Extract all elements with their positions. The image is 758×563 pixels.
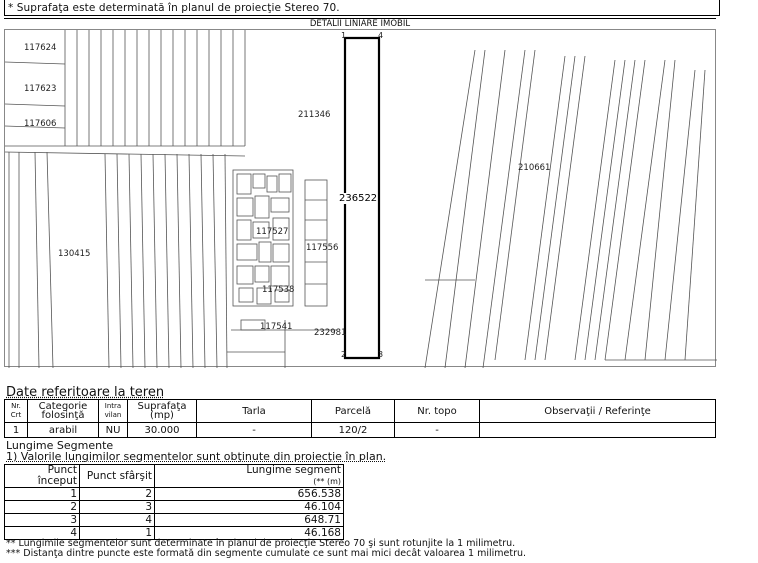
map-title: DETALII LINIARE IMOBIL	[309, 19, 411, 29]
parcel-label-main: 236522	[339, 193, 378, 204]
col-header-unit: (** (m)	[313, 477, 341, 486]
table-cell: 4	[79, 513, 155, 527]
col-header: Observaţii / Referinţe	[479, 399, 716, 423]
col-header: Nr. Crt	[4, 399, 28, 423]
table-cell: 2	[4, 500, 80, 514]
table-cell: 3	[4, 513, 80, 527]
top-note: * Suprafaţa este determinată în planul d…	[8, 2, 340, 14]
col-header: Parcelă	[311, 399, 395, 423]
footnote-2: *** Distanţa dintre puncte este formată …	[6, 548, 527, 559]
table-cell: 648.71	[154, 513, 344, 527]
col-header: Nr. topo	[394, 399, 480, 423]
parcel-label: 117538	[262, 285, 295, 295]
table-cell: 120/2	[311, 422, 395, 438]
parcel-label: 117556	[306, 243, 339, 253]
parcel-label: 117606	[24, 119, 57, 129]
parcel-label: 130415	[58, 249, 91, 259]
parcel-label: 117527	[256, 227, 289, 237]
parcel-label: 117624	[24, 43, 57, 53]
col-header-text: Lungime segment	[246, 464, 341, 476]
table-cell: -	[196, 422, 312, 438]
segmente-table: Punct început Punct sfârşit Lungime segm…	[4, 464, 344, 540]
col-header: Intra vilan	[98, 399, 128, 423]
parcel-label: 211346	[298, 110, 331, 120]
table-cell: -	[394, 422, 480, 438]
parcel-label: 232981	[314, 328, 347, 338]
col-header: Punct început	[4, 464, 80, 488]
table-cell: 1	[4, 422, 28, 438]
table-cell: 3	[79, 500, 155, 514]
col-header: Categorie folosinţă	[27, 399, 99, 423]
parcel-label: 117541	[260, 322, 293, 332]
table-cell: 46.104	[154, 500, 344, 514]
table-cell: 30.000	[127, 422, 197, 438]
table-cell: arabil	[27, 422, 99, 438]
segmente-subtitle: 1) Valorile lungimilor segmentelor sunt …	[6, 450, 387, 463]
table-cell: 2	[79, 487, 155, 501]
point-label-3: 3	[378, 350, 384, 359]
col-header: Lungime segment (** (m)	[154, 464, 344, 488]
point-label-1: 1	[341, 31, 347, 40]
point-label-2: 2	[341, 350, 347, 359]
teren-title: Date referitoare la teren	[6, 385, 165, 400]
col-header: Suprafaţa (mp)	[127, 399, 197, 423]
col-header: Punct sfârşit	[79, 464, 155, 488]
table-cell: 1	[4, 487, 80, 501]
col-header: Tarla	[196, 399, 312, 423]
parcel-label: 210661	[518, 163, 551, 173]
teren-table: Nr. Crt Categorie folosinţă Intra vilan …	[4, 399, 716, 438]
table-cell: NU	[98, 422, 128, 438]
table-cell: 656.538	[154, 487, 344, 501]
point-label-4: 4	[378, 31, 384, 40]
parcel-label: 117623	[24, 84, 57, 94]
table-cell	[479, 422, 716, 438]
